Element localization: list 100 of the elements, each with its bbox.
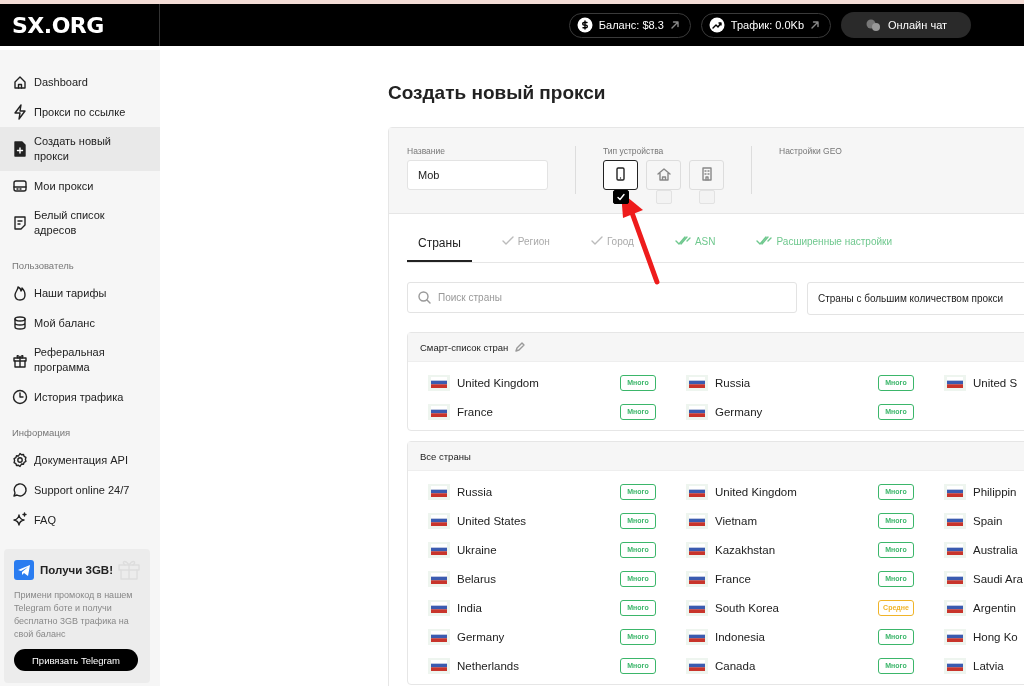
nav-item[interactable]: Наши тарифы [0, 278, 160, 308]
nav-label: Dashboard [34, 74, 88, 90]
chat-bubbles-icon [864, 18, 881, 32]
checkbox[interactable] [612, 190, 629, 204]
nav-item[interactable]: Документация API [0, 445, 160, 475]
country-item[interactable]: Saudi Ara [944, 570, 1023, 587]
country-name: Russia [457, 485, 494, 498]
search-icon [418, 291, 431, 304]
database-icon [12, 315, 28, 331]
flag-icon [689, 660, 705, 671]
link-telegram-button[interactable]: Привязать Telegram [14, 649, 138, 671]
nav-label: Документация API [34, 452, 128, 468]
tab[interactable]: Страны [407, 236, 472, 262]
country-name: Argentin [973, 601, 1016, 614]
nav-item[interactable]: Support online 24/7 [0, 475, 160, 505]
country-name: Australia [973, 543, 1018, 556]
nav-label: Прокси по ссылке [34, 104, 126, 120]
country-item[interactable]: Hong Ko [944, 628, 1018, 645]
promo-title: Получи 3GB! [40, 564, 113, 576]
country-name: Indonesia [715, 630, 766, 643]
country-item[interactable]: Philippin [944, 483, 1017, 500]
promo-text: Примени промокод в нашем Telegram боте и получи бесплатно 3GB трафика на свой баланс [14, 589, 134, 641]
nav-item[interactable]: Реферальная программа [0, 338, 160, 382]
field-label: Название [407, 146, 446, 156]
country-name: Canada [715, 659, 757, 672]
flag-icon [947, 377, 963, 388]
country-item[interactable]: Spain [944, 512, 1003, 529]
country-name: United S [973, 376, 1018, 389]
flag-icon [689, 544, 705, 555]
home-icon [12, 74, 28, 90]
country-item[interactable]: Australia [944, 541, 1018, 558]
flag-icon [947, 602, 963, 613]
flame-icon [12, 285, 28, 301]
flag-icon [689, 377, 705, 388]
country-item[interactable]: Argentin [944, 599, 1016, 616]
country-name: Saudi Ara [973, 572, 1023, 585]
telegram-icon [14, 560, 34, 580]
country-item[interactable]: United S [944, 374, 1018, 391]
nav-item[interactable]: Мои прокси [0, 171, 160, 201]
flag-icon [431, 660, 447, 671]
flag-icon [431, 602, 447, 613]
flag-icon [431, 573, 447, 584]
house-icon [656, 167, 671, 181]
header-pill[interactable]: Баланс: $8.3 [568, 12, 691, 38]
lightning-icon [12, 104, 28, 120]
flag-icon [947, 515, 963, 526]
nav-label: Мой баланс [34, 315, 95, 331]
flag-icon [947, 631, 963, 642]
hard-drive-icon [12, 178, 28, 194]
nav-item[interactable]: Создать новый прокси [0, 127, 160, 171]
nav-item[interactable]: Прокси по ссылке [0, 97, 160, 127]
nav-label: Белый список адресов [34, 208, 106, 238]
country-name: Latvia [973, 659, 1004, 672]
country-name: Belarus [457, 572, 497, 585]
trend-up-icon [708, 17, 725, 33]
clock-icon [12, 389, 28, 405]
nav-item[interactable]: Белый список адресов [0, 201, 160, 245]
country-name: South Korea [715, 601, 780, 614]
flag-icon [431, 631, 447, 642]
country-name: United States [457, 514, 528, 527]
country-name: United Kingdom [715, 485, 798, 498]
nav-label: Support online 24/7 [34, 482, 130, 498]
country-item[interactable]: Latvia [944, 657, 1004, 674]
speech-bubble-icon [12, 482, 28, 498]
phone-icon [613, 167, 628, 181]
flag-icon [431, 406, 447, 417]
header-pill[interactable]: Трафик: 0.0Kb [700, 12, 831, 38]
gift-icon [12, 352, 28, 368]
checkmark-icon [615, 192, 626, 202]
country-name: Philippin [973, 485, 1017, 498]
nav-label: Создать новый прокси [34, 134, 112, 164]
panel-title: Смарт-список стран [420, 341, 509, 353]
arrow-up-right-icon [810, 20, 820, 30]
gear-icon [12, 452, 28, 468]
flag-icon [689, 573, 705, 584]
logo[interactable]: SX.ORG [0, 4, 160, 46]
nav-item[interactable]: Dashboard [0, 67, 160, 97]
country-name: France [715, 572, 752, 585]
flag-icon [947, 573, 963, 584]
section-heading: Информация [11, 426, 72, 440]
flag-icon [689, 406, 705, 417]
online-chat-button[interactable]: Онлайн чат [841, 12, 971, 38]
page-title: Создать новый прокси [388, 82, 607, 104]
name-field[interactable]: Mob [407, 160, 548, 190]
section-heading: Пользователь [11, 259, 75, 273]
flag-icon [947, 544, 963, 555]
flag-icon [431, 544, 447, 555]
nav-item[interactable]: FAQ [0, 505, 160, 535]
checkmark-icon [590, 236, 603, 246]
country-name: Spain [973, 514, 1003, 527]
flag-icon [431, 377, 447, 388]
flag-icon [689, 602, 705, 613]
sort-dropdown[interactable]: Страны с большим количеством прокси [807, 282, 1024, 315]
flag-icon [689, 486, 705, 497]
nav-label: Мои прокси [34, 178, 94, 194]
document-icon [12, 215, 28, 231]
country-name: Kazakhstan [715, 543, 777, 556]
nav-item[interactable]: Мой баланс [0, 308, 160, 338]
nav-item[interactable]: История трафика [0, 382, 160, 412]
nav-label: История трафика [34, 389, 124, 405]
